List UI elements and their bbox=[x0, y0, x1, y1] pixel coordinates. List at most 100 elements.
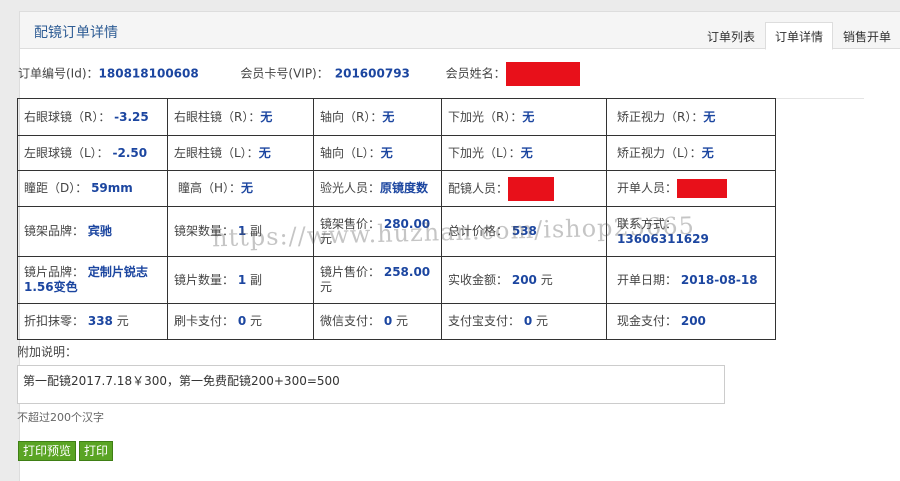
cell-value: -2.50 bbox=[112, 145, 148, 160]
cell-label: 轴向（R）： bbox=[320, 109, 383, 124]
table-cell: 镜片售价： 258.00 元 bbox=[313, 256, 442, 304]
tab-order-detail[interactable]: 订单详情 bbox=[764, 22, 833, 50]
cell-label: 联系方式： bbox=[617, 216, 678, 231]
table-row: 折扣抹零： 338 元 刷卡支付： 0 元 微信支付： 0 元 支付宝支付： 0… bbox=[17, 303, 776, 340]
note-textarea[interactable]: 第一配镜2017.7.18￥300，第一免费配镜200+300=500 bbox=[17, 365, 725, 404]
tab-order-list[interactable]: 订单列表 bbox=[697, 22, 765, 50]
page-title: 配镜订单详情 bbox=[34, 25, 118, 41]
cell-label: 折扣抹零： bbox=[24, 314, 85, 328]
table-cell: 镜架售价： 280.00 元 bbox=[313, 206, 442, 257]
cell-unit: 副 bbox=[250, 272, 263, 287]
cell-unit: 元 bbox=[250, 314, 263, 328]
table-cell: 实收金额： 200 元 bbox=[441, 256, 607, 304]
cell-label: 总计价格： bbox=[448, 224, 509, 238]
table-cell: 联系方式： 13606311629 bbox=[606, 206, 776, 257]
cell-label: 开单人员： bbox=[617, 181, 678, 195]
cell-value: 13606311629 bbox=[617, 231, 709, 246]
cell-value: 原镜度数 bbox=[380, 181, 429, 195]
table-cell: 镜片品牌： 定制片锐志1.56变色 bbox=[17, 256, 168, 304]
cell-value: 宾驰 bbox=[87, 224, 112, 238]
cell-value: 无 bbox=[382, 109, 395, 124]
table-cell: 总计价格： 538 bbox=[441, 206, 607, 257]
cell-value: 无 bbox=[258, 145, 271, 160]
cell-label: 矫正视力（L）： bbox=[617, 145, 702, 160]
table-cell: 左眼球镜（L）： -2.50 bbox=[17, 135, 168, 171]
cell-value: 无 bbox=[380, 145, 393, 160]
cell-label: 镜片数量： bbox=[174, 272, 235, 287]
tab-bar: 订单列表 订单详情 销售开单 bbox=[697, 22, 900, 50]
table-cell: 轴向（R）：无 bbox=[313, 98, 442, 136]
table-row: 右眼球镜（R）： -3.25 右眼柱镜（R）：无 轴向（R）：无 下加光（R）：… bbox=[17, 98, 776, 136]
cell-value: 无 bbox=[703, 109, 716, 124]
cell-unit: 元 bbox=[536, 314, 549, 328]
table-cell: 开单日期： 2018-08-18 bbox=[606, 256, 776, 304]
table-cell: 镜片数量： 1 副 bbox=[167, 256, 314, 304]
cell-label: 配镜人员： bbox=[448, 181, 509, 195]
cell-value: 无 bbox=[520, 145, 533, 160]
note-label: 附加说明： bbox=[17, 345, 78, 359]
redacted-member-name bbox=[505, 62, 580, 86]
cell-label: 开单日期： bbox=[617, 272, 678, 287]
cell-label: 镜片售价： bbox=[320, 265, 381, 279]
cell-unit: 元 bbox=[540, 272, 553, 287]
cell-value: 1 bbox=[237, 272, 247, 287]
cell-value: 338 bbox=[87, 314, 113, 328]
print-button[interactable]: 打印 bbox=[79, 441, 114, 461]
table-cell: 瞳距（D）： 59mm bbox=[17, 170, 168, 207]
table-row: 镜架品牌： 宾驰 镜架数量： 1 副 镜架售价： 280.00 元 总计价格： 5… bbox=[17, 206, 776, 257]
note-hint: 不超过200个汉字 bbox=[17, 411, 104, 424]
table-cell: 折扣抹零： 338 元 bbox=[17, 303, 168, 340]
cell-label: 轴向（L）： bbox=[320, 145, 381, 160]
order-no-label: 订单编号(Id)： bbox=[18, 66, 99, 81]
table-cell: 右眼球镜（R）： -3.25 bbox=[17, 98, 168, 136]
cell-value: 无 bbox=[701, 145, 714, 160]
cell-label: 下加光（R）： bbox=[448, 109, 523, 124]
table-cell: 轴向（L）：无 bbox=[313, 135, 442, 171]
table-cell: 瞳高（H）：无 bbox=[167, 170, 314, 207]
cell-value: 538 bbox=[511, 224, 537, 238]
panel-header: 配镜订单详情 订单列表 订单详情 销售开单 bbox=[20, 12, 900, 50]
table-cell: 刷卡支付： 0 元 bbox=[167, 303, 314, 340]
table-cell: 支付宝支付： 0 元 bbox=[441, 303, 607, 340]
table-row: 瞳距（D）： 59mm 瞳高（H）：无 验光人员：原镜度数 配镜人员： 开单人员… bbox=[17, 170, 776, 207]
print-preview-button[interactable]: 打印预览 bbox=[18, 441, 77, 461]
redacted-fitter-name bbox=[508, 176, 555, 201]
redacted-biller-name bbox=[677, 179, 728, 198]
cell-value: 1 bbox=[237, 224, 247, 238]
cell-label: 验光人员： bbox=[320, 181, 381, 195]
table-cell: 矫正视力（L）：无 bbox=[606, 135, 776, 171]
table-cell: 配镜人员： bbox=[441, 170, 607, 207]
cell-label: 镜架售价： bbox=[320, 216, 381, 231]
table-cell: 右眼柱镜（R）：无 bbox=[167, 98, 314, 136]
cell-label: 镜架品牌： bbox=[24, 224, 85, 238]
table-row: 镜片品牌： 定制片锐志1.56变色 镜片数量： 1 副 镜片售价： 258.00… bbox=[17, 256, 776, 304]
table-cell: 验光人员：原镜度数 bbox=[313, 170, 442, 207]
cell-value: 2018-08-18 bbox=[680, 272, 758, 287]
cell-label: 镜架数量： bbox=[174, 224, 235, 238]
cell-unit: 元 bbox=[116, 314, 129, 328]
member-name-label: 会员姓名： bbox=[445, 66, 506, 81]
cell-label: 瞳高（H）： bbox=[178, 181, 242, 195]
cell-unit: 元 bbox=[396, 314, 409, 328]
table-cell: 左眼柱镜（L）：无 bbox=[167, 135, 314, 171]
cell-label: 现金支付： bbox=[617, 314, 678, 328]
order-detail-table: 右眼球镜（R）： -3.25 右眼柱镜（R）：无 轴向（R）：无 下加光（R）：… bbox=[17, 98, 776, 340]
cell-label: 矫正视力（R）： bbox=[617, 109, 704, 124]
button-group: 打印预览 打印 bbox=[18, 441, 114, 461]
cell-value: 0 bbox=[523, 314, 533, 328]
order-no-value: 180818100608 bbox=[98, 66, 199, 81]
cell-label: 左眼球镜（L）： bbox=[24, 145, 109, 160]
cell-value: 无 bbox=[241, 181, 254, 195]
cell-value: 200 bbox=[680, 314, 706, 328]
tab-sales-billing[interactable]: 销售开单 bbox=[833, 22, 900, 50]
cell-label: 实收金额： bbox=[448, 272, 509, 287]
cell-label: 下加光（L）： bbox=[448, 145, 521, 160]
cell-unit: 元 bbox=[320, 231, 333, 246]
cell-unit: 副 bbox=[250, 224, 263, 238]
table-cell: 微信支付： 0 元 bbox=[313, 303, 442, 340]
cell-label: 瞳距（D）： bbox=[24, 181, 88, 195]
table-cell: 下加光（R）：无 bbox=[441, 98, 607, 136]
table-row: 左眼球镜（L）： -2.50 左眼柱镜（L）：无 轴向（L）：无 下加光（L）：… bbox=[17, 135, 776, 171]
cell-value: 59mm bbox=[91, 181, 133, 195]
table-cell: 镜架品牌： 宾驰 bbox=[17, 206, 168, 257]
